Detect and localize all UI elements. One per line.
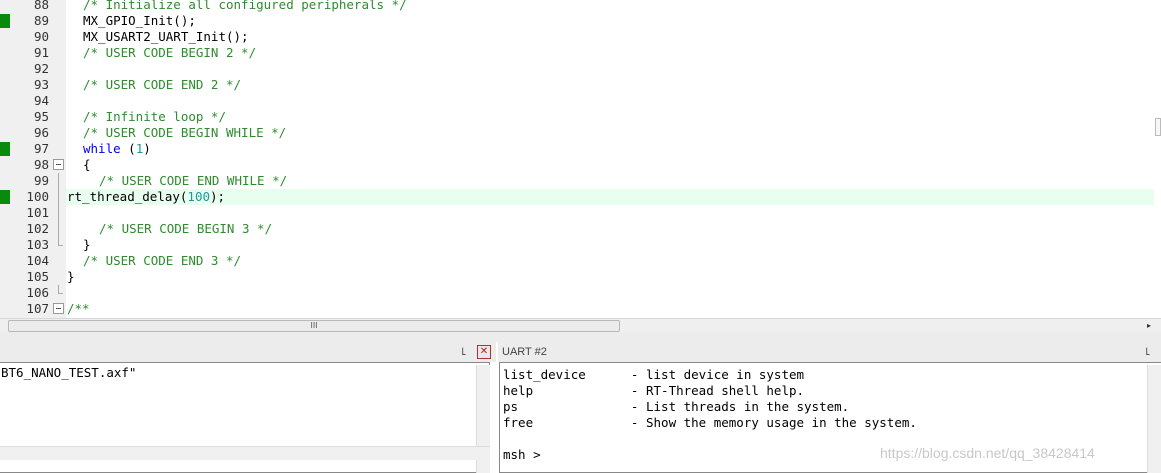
code-line[interactable]: /* USER CODE END WHILE */ [99,173,287,189]
fold-line [53,189,64,205]
code-line[interactable]: rt_thread_delay(100); [67,189,225,205]
editor-horizontal-scrollbar[interactable]: III ▸ [0,318,1161,332]
build-output-pane-header: ꜖ ✕ [0,342,496,362]
line-number: 98 [33,157,49,172]
line-number: 91 [33,45,49,60]
fold-line-shape [58,205,59,221]
scroll-grip-icon: III [310,321,318,330]
uart-line: help - RT-Thread shell help. [503,383,805,398]
line-number: 93 [33,77,49,92]
fold-line [53,173,64,189]
build-output-horizontal-scrollbar[interactable] [0,446,490,460]
fold-collapse-icon-shape [53,303,64,314]
scroll-right-arrow-icon[interactable]: ▸ [1143,320,1155,332]
code-line[interactable]: } [83,237,91,253]
uart-line: free - Show the memory usage in the syst… [503,415,917,430]
fold-collapse-icon[interactable] [53,301,64,317]
code-line[interactable]: /* USER CODE BEGIN 2 */ [83,45,256,61]
line-number: 92 [33,61,49,76]
breakpoint-marker[interactable] [0,142,10,156]
line-number: 88 [33,0,49,12]
fold-line [53,205,64,221]
number-literal: 1 [135,141,144,156]
code-line[interactable]: /* USER CODE END 2 */ [83,77,241,93]
line-number: 105 [26,269,49,284]
fold-end-marker-shape [58,285,63,294]
uart-line: msh > [503,447,541,462]
line-number: 90 [33,29,49,44]
line-number: 95 [33,109,49,124]
code-line[interactable]: MX_USART2_UART_Init(); [83,29,249,45]
pane-splitter[interactable] [0,332,1161,342]
uart-line: ps - List threads in the system. [503,399,850,414]
code-editor[interactable]: 88 /* Initialize all configured periphera… [0,0,1161,318]
line-number: 99 [33,173,49,188]
fold-line-shape [58,189,59,205]
current-line-highlight [66,189,1154,205]
line-number: 100 [26,189,49,204]
line-number: 94 [33,93,49,108]
line-number: 96 [33,125,49,140]
uart-pane-header: UART #2 ꜖ [498,342,1161,362]
uart-vertical-scrollbar[interactable] [1147,365,1161,473]
code-line[interactable]: /* Infinite loop */ [83,109,226,125]
watermark: https://blog.csdn.net/qq_38428414 [880,445,1095,461]
fold-end-marker [53,237,64,253]
line-number: 89 [33,13,49,28]
fold-collapse-icon-shape [53,159,64,170]
keyword: while [83,141,121,156]
fold-end-marker-shape [58,237,63,246]
line-number: 101 [26,205,49,220]
close-pane-button[interactable]: ✕ [477,345,491,359]
code-line[interactable]: MX_GPIO_Init(); [83,13,196,29]
uart-line: list_device - list device in system [503,367,805,382]
code-line[interactable]: } [67,269,75,285]
line-number: 104 [26,253,49,268]
breakpoint-marker[interactable] [0,14,10,28]
pin-icon[interactable]: ꜖ [458,342,470,362]
pin-icon[interactable]: ꜖ [1142,342,1154,362]
number-literal: 100 [187,189,210,204]
fold-collapse-icon[interactable] [53,157,64,173]
breakpoint-marker[interactable] [0,190,10,204]
uart-pane-title: UART #2 [502,346,547,358]
code-line[interactable]: /* USER CODE END 3 */ [83,253,241,269]
editor-vertical-scroll-thumb[interactable] [1155,118,1161,136]
fold-line-shape [58,221,59,237]
line-number: 107 [26,301,49,316]
line-number: 103 [26,237,49,252]
fold-line [53,221,64,237]
code-line[interactable]: while (1) [83,141,151,157]
build-output-text: BT6_NANO_TEST.axf" [1,365,137,380]
fold-line-shape [58,173,59,189]
line-number: 106 [26,285,49,300]
code-line[interactable]: { [83,157,91,173]
fold-end-marker [53,285,64,301]
line-number: 97 [33,141,49,156]
code-line[interactable]: /* USER CODE BEGIN WHILE */ [83,125,286,141]
editor-horizontal-scroll-thumb[interactable]: III [8,320,620,332]
code-line[interactable]: /** [67,301,90,317]
line-number: 102 [26,221,49,236]
code-line[interactable]: /* USER CODE BEGIN 3 */ [99,221,272,237]
code-line[interactable]: /* Initialize all configured peripherals… [83,0,407,13]
